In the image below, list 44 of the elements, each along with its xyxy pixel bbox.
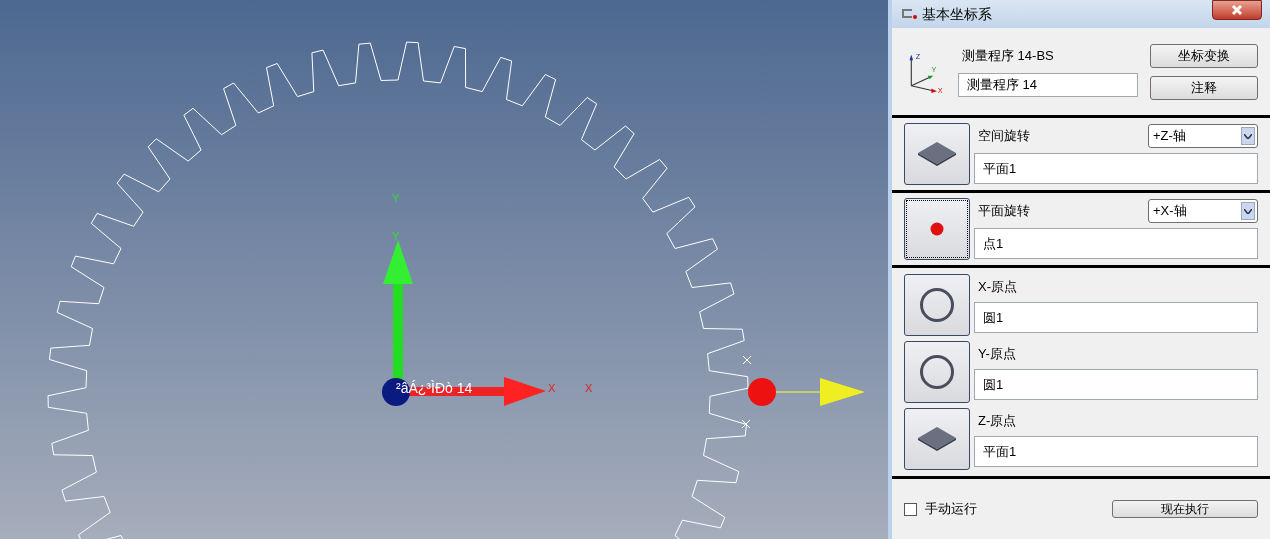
- x-axis-label: X: [585, 381, 593, 396]
- manual-run-checkbox[interactable]: [904, 502, 917, 516]
- axis-dropdown[interactable]: +Z-轴: [1148, 124, 1258, 148]
- rotation-label: 空间旋转: [978, 127, 1030, 146]
- run-now-button[interactable]: 现在执行: [1112, 500, 1258, 518]
- rotation-label: 平面旋转: [978, 202, 1030, 221]
- axis-dropdown[interactable]: +X-轴: [1148, 199, 1258, 223]
- window-title: 基本坐标系: [922, 4, 992, 24]
- close-icon: [1231, 4, 1243, 16]
- circle-icon: [919, 354, 955, 390]
- feature-field[interactable]: 圆1: [974, 369, 1258, 400]
- feature-field[interactable]: 圆1: [974, 302, 1258, 333]
- point-icon: [930, 222, 944, 236]
- y-axis-label: Y: [392, 191, 400, 206]
- caret-icon: [1244, 133, 1252, 139]
- feature-button[interactable]: [904, 274, 970, 336]
- cross-marker: [741, 419, 751, 429]
- feature-field[interactable]: 点1: [974, 228, 1258, 259]
- program-name-field[interactable]: 测量程序 14: [958, 73, 1138, 98]
- feature-field[interactable]: 平面1: [974, 153, 1258, 184]
- y-axis-label: Y: [392, 229, 400, 244]
- close-button[interactable]: [1212, 0, 1262, 20]
- feature-button[interactable]: [904, 341, 970, 403]
- axis-value: +X-轴: [1153, 202, 1187, 221]
- feature-field[interactable]: 平面1: [974, 436, 1258, 467]
- axis-logo-icon: [900, 8, 918, 20]
- plane-icon: [916, 425, 958, 453]
- cross-marker: [742, 355, 752, 365]
- sphere-marker: [748, 378, 776, 406]
- feature-button[interactable]: [904, 408, 970, 470]
- plane-icon: [916, 140, 958, 168]
- origin-label: X-原点: [977, 278, 1018, 296]
- caret-icon: [1244, 208, 1252, 214]
- program-name: 测量程序 14-BS: [961, 46, 1055, 65]
- axis-value: +Z-轴: [1153, 127, 1186, 146]
- circle-icon: [919, 287, 955, 323]
- coordinate-transform-button[interactable]: 坐标变换: [1150, 43, 1258, 68]
- feature-button[interactable]: [904, 123, 970, 185]
- x-axis-label: X: [548, 381, 556, 396]
- manual-run-label: 手动运行: [925, 500, 977, 519]
- comment-button[interactable]: 注释: [1150, 75, 1258, 100]
- origin-label: Z-原点: [977, 412, 1018, 430]
- origin-label: Y-原点: [977, 345, 1017, 363]
- feature-button[interactable]: [904, 198, 970, 260]
